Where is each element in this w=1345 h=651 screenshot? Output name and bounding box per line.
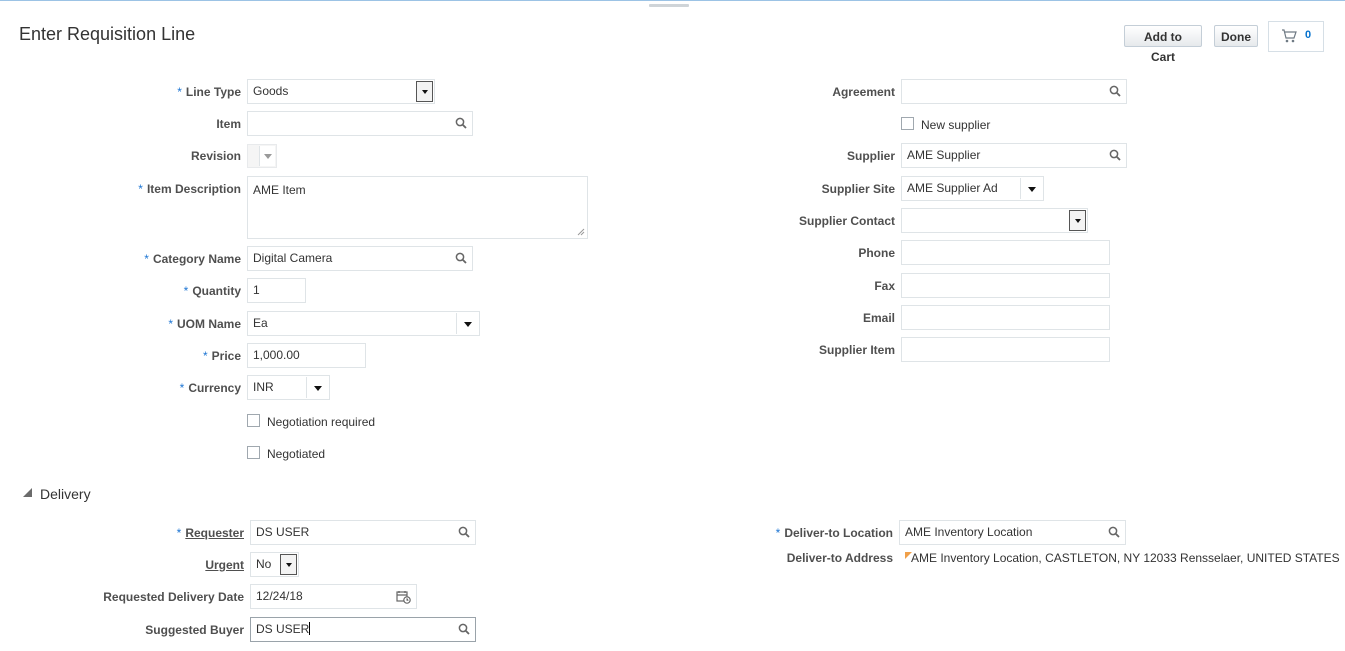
chevron-down-icon[interactable] <box>306 377 328 398</box>
negotiated-label: Negotiated <box>267 447 326 461</box>
cart-button[interactable]: 0 <box>1268 21 1324 52</box>
line-type-label: * Line Type <box>177 85 241 99</box>
supplier-item-input[interactable] <box>901 337 1110 362</box>
urgent-label: Urgent <box>205 558 244 572</box>
price-input[interactable]: 1,000.00 <box>247 343 366 368</box>
category-name-input[interactable]: Digital Camera <box>247 246 473 271</box>
text-cursor <box>309 622 311 635</box>
delivery-section-label: Delivery <box>40 486 91 502</box>
search-icon[interactable] <box>455 252 467 264</box>
chevron-down-icon[interactable] <box>1020 178 1042 199</box>
requested-delivery-date-input[interactable]: 12/24/18 <box>250 584 417 609</box>
triangle-down-icon[interactable] <box>23 488 33 497</box>
urgent-select[interactable]: No <box>250 552 299 577</box>
chevron-down-icon[interactable] <box>280 554 297 575</box>
item-description-textarea[interactable]: AME Item <box>247 176 588 239</box>
supplier-contact-label: Supplier Contact <box>798 214 895 228</box>
line-type-select[interactable]: Goods <box>247 79 435 104</box>
deliver-to-address-value: AME Inventory Location, CASTLETON, NY 12… <box>911 551 1340 565</box>
requester-input[interactable]: DS USER <box>250 520 476 545</box>
item-description-label: * Item Description <box>138 182 241 196</box>
category-name-label: * Category Name <box>144 252 241 266</box>
agreement-label: Agreement <box>832 85 895 99</box>
search-icon[interactable] <box>458 526 470 538</box>
negotiation-required-label: Negotiation required <box>267 415 376 429</box>
negotiation-required-checkbox[interactable] <box>247 414 260 427</box>
phone-label: Phone <box>858 246 895 260</box>
supplier-label: Supplier <box>846 149 895 163</box>
search-icon[interactable] <box>1109 149 1121 161</box>
splitter-handle[interactable] <box>649 4 689 7</box>
suggested-buyer-label: Suggested Buyer <box>145 623 244 637</box>
phone-input[interactable] <box>901 240 1110 265</box>
search-icon[interactable] <box>455 117 467 129</box>
page-title: Enter Requisition Line <box>19 24 196 44</box>
quantity-label: * Quantity <box>183 284 241 298</box>
email-input[interactable] <box>901 305 1110 330</box>
supplier-site-select[interactable]: AME Supplier Ad <box>901 176 1044 201</box>
supplier-contact-select[interactable] <box>901 208 1088 233</box>
supplier-site-label: Supplier Site <box>821 182 895 196</box>
search-icon[interactable] <box>1109 85 1121 97</box>
cart-count: 0 <box>1305 29 1312 41</box>
supplier-item-label: Supplier Item <box>818 343 895 357</box>
agreement-input[interactable] <box>901 79 1127 104</box>
uom-name-select[interactable]: Ea <box>247 311 480 336</box>
currency-label: * Currency <box>179 381 241 395</box>
chevron-down-icon <box>259 146 275 166</box>
chevron-down-icon[interactable] <box>1069 210 1086 231</box>
done-button[interactable]: Done <box>1214 25 1258 47</box>
new-supplier-label: New supplier <box>921 118 991 132</box>
cart-icon <box>1282 29 1297 43</box>
resize-handle-icon[interactable] <box>577 228 585 236</box>
suggested-buyer-input[interactable]: DS USER <box>250 617 476 642</box>
deliver-to-location-input[interactable]: AME Inventory Location <box>899 520 1126 545</box>
revision-select <box>247 144 277 168</box>
top-border <box>0 0 1345 1</box>
item-input[interactable] <box>247 111 473 136</box>
search-icon[interactable] <box>458 623 470 635</box>
add-to-cart-button[interactable]: Add to Cart <box>1124 25 1202 64</box>
quantity-input[interactable]: 1 <box>247 278 306 303</box>
email-label: Email <box>862 311 895 325</box>
uom-name-label: * UOM Name <box>168 317 241 331</box>
item-label: Item <box>216 117 241 131</box>
fax-label: Fax <box>874 279 895 293</box>
chevron-down-icon[interactable] <box>416 81 433 102</box>
requester-label: * Requester <box>176 526 244 540</box>
deliver-to-address-label: Deliver-to Address <box>786 551 893 565</box>
search-icon[interactable] <box>1108 526 1120 538</box>
currency-select[interactable]: INR <box>247 375 330 400</box>
price-label: * Price <box>202 349 241 363</box>
revision-label: Revision <box>190 149 241 163</box>
deliver-to-location-label: * Deliver-to Location <box>775 526 893 540</box>
supplier-input[interactable]: AME Supplier <box>901 143 1127 168</box>
new-supplier-checkbox[interactable] <box>901 117 914 130</box>
chevron-down-icon[interactable] <box>456 313 478 334</box>
fax-input[interactable] <box>901 273 1110 298</box>
calendar-icon[interactable] <box>396 590 411 604</box>
negotiated-checkbox[interactable] <box>247 446 260 459</box>
requested-delivery-date-label: Requested Delivery Date <box>103 590 244 604</box>
